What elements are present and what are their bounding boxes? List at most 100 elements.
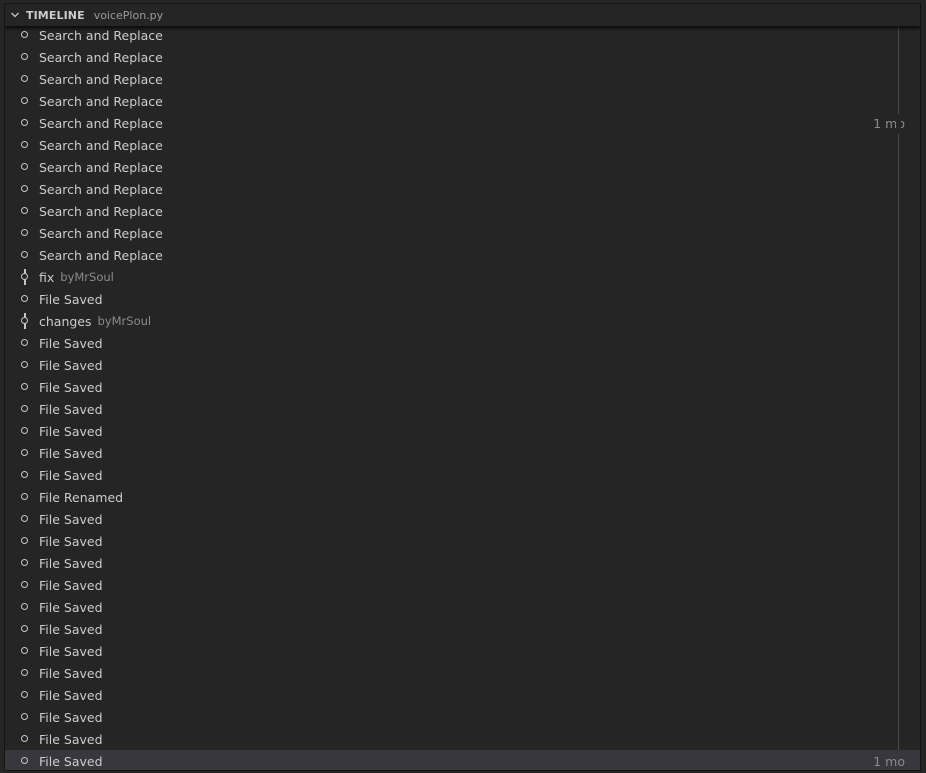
timeline-item[interactable]: File Saved xyxy=(5,728,920,750)
timeline-item-label: File Saved xyxy=(39,357,103,373)
timeline-item[interactable]: Search and Replace xyxy=(5,178,920,200)
timeline-item-label: File Saved xyxy=(39,555,103,571)
timeline-item-label: File Saved xyxy=(39,335,103,351)
circle-outline-icon xyxy=(19,46,31,68)
circle-outline-icon xyxy=(19,376,31,398)
timeline-item-time: 1 mo xyxy=(873,753,905,769)
timeline-item[interactable]: File Saved xyxy=(5,530,920,552)
timeline-item[interactable]: File Saved 1 mo xyxy=(5,750,920,770)
timeline-item[interactable]: File Saved xyxy=(5,706,920,728)
timeline-item[interactable]: File Renamed xyxy=(5,486,920,508)
circle-outline-icon xyxy=(19,728,31,750)
timeline-item-label: File Saved xyxy=(39,599,103,615)
circle-outline-icon xyxy=(19,68,31,90)
timeline-item[interactable]: File Saved xyxy=(5,574,920,596)
timeline-item-label: File Saved xyxy=(39,577,103,593)
circle-outline-icon xyxy=(19,706,31,728)
timeline-item-label: Search and Replace xyxy=(39,247,163,263)
circle-outline-icon xyxy=(19,464,31,486)
git-commit-icon xyxy=(19,310,31,332)
circle-outline-icon xyxy=(19,112,31,134)
timeline-item-author: byMrSoul xyxy=(60,270,114,284)
circle-outline-icon xyxy=(19,508,31,530)
scrollbar-gap xyxy=(896,114,901,134)
timeline-item[interactable]: changes byMrSoul xyxy=(5,310,920,332)
timeline-list: Search and Replace Search and Replace Sear… xyxy=(5,24,920,770)
timeline-item-label: File Saved xyxy=(39,731,103,747)
timeline-item-label: fix xyxy=(39,269,55,285)
timeline-item[interactable]: Search and Replace xyxy=(5,134,920,156)
timeline-item[interactable]: File Saved xyxy=(5,464,920,486)
circle-outline-icon xyxy=(19,596,31,618)
circle-outline-icon xyxy=(19,244,31,266)
timeline-item-label: File Saved xyxy=(39,445,103,461)
timeline-item-label: File Renamed xyxy=(39,489,124,505)
timeline-item-label: File Saved xyxy=(39,709,103,725)
circle-outline-icon xyxy=(19,288,31,310)
timeline-item[interactable]: Search and Replace xyxy=(5,46,920,68)
timeline-item[interactable]: File Saved xyxy=(5,398,920,420)
timeline-item-label: Search and Replace xyxy=(39,49,163,65)
circle-outline-icon xyxy=(19,640,31,662)
circle-outline-icon xyxy=(19,574,31,596)
circle-outline-icon xyxy=(19,332,31,354)
circle-outline-icon xyxy=(19,750,31,770)
timeline-item-label: Search and Replace xyxy=(39,225,163,241)
circle-outline-icon xyxy=(19,486,31,508)
timeline-item[interactable]: File Saved xyxy=(5,684,920,706)
timeline-item[interactable]: Search and Replace 1 mo xyxy=(5,112,920,134)
timeline-header[interactable]: TIMELINE voicePlon.py xyxy=(5,4,920,27)
timeline-item-label: File Saved xyxy=(39,621,103,637)
circle-outline-icon xyxy=(19,200,31,222)
git-commit-icon xyxy=(19,266,31,288)
timeline-item-label: Search and Replace xyxy=(39,93,163,109)
timeline-item-label: File Saved xyxy=(39,643,103,659)
timeline-item[interactable]: Search and Replace xyxy=(5,200,920,222)
scrollbar[interactable] xyxy=(896,26,901,750)
timeline-item-label: Search and Replace xyxy=(39,203,163,219)
timeline-item[interactable]: Search and Replace xyxy=(5,244,920,266)
circle-outline-icon xyxy=(19,684,31,706)
timeline-item[interactable]: File Saved xyxy=(5,508,920,530)
circle-outline-icon xyxy=(19,178,31,200)
timeline-item-author: byMrSoul xyxy=(97,314,152,328)
timeline-item-label: File Saved xyxy=(39,423,103,439)
circle-outline-icon xyxy=(19,354,31,376)
timeline-item[interactable]: File Saved xyxy=(5,596,920,618)
timeline-item[interactable]: Search and Replace xyxy=(5,156,920,178)
timeline-item[interactable]: Search and Replace xyxy=(5,222,920,244)
circle-outline-icon xyxy=(19,90,31,112)
timeline-item-label: File Saved xyxy=(39,291,103,307)
timeline-item-label: Search and Replace xyxy=(39,115,163,131)
timeline-item-label: Search and Replace xyxy=(39,27,163,43)
timeline-item[interactable]: Search and Replace xyxy=(5,24,920,46)
chevron-down-icon[interactable] xyxy=(10,10,20,20)
timeline-item[interactable]: File Saved xyxy=(5,332,920,354)
timeline-item[interactable]: File Saved xyxy=(5,376,920,398)
timeline-item[interactable]: File Saved xyxy=(5,618,920,640)
timeline-item-label: File Saved xyxy=(39,511,103,527)
timeline-item-label: File Saved xyxy=(39,687,103,703)
timeline-title: TIMELINE xyxy=(26,8,85,22)
timeline-item[interactable]: File Saved xyxy=(5,288,920,310)
timeline-item[interactable]: File Saved xyxy=(5,442,920,464)
circle-outline-icon xyxy=(19,530,31,552)
timeline-item-label: File Saved xyxy=(39,401,103,417)
timeline-item[interactable]: File Saved xyxy=(5,420,920,442)
timeline-item-label: Search and Replace xyxy=(39,71,163,87)
circle-outline-icon xyxy=(19,398,31,420)
timeline-item[interactable]: File Saved xyxy=(5,552,920,574)
timeline-item-label: changes xyxy=(39,313,92,329)
circle-outline-icon xyxy=(19,420,31,442)
circle-outline-icon xyxy=(19,618,31,640)
timeline-item[interactable]: fix byMrSoul xyxy=(5,266,920,288)
timeline-item-label: File Saved xyxy=(39,665,103,681)
timeline-item[interactable]: Search and Replace xyxy=(5,68,920,90)
timeline-item[interactable]: File Saved xyxy=(5,640,920,662)
timeline-item[interactable]: Search and Replace xyxy=(5,90,920,112)
timeline-file-name: voicePlon.py xyxy=(93,8,164,22)
timeline-item[interactable]: File Saved xyxy=(5,354,920,376)
timeline-item-label: Search and Replace xyxy=(39,159,163,175)
timeline-item[interactable]: File Saved xyxy=(5,662,920,684)
circle-outline-icon xyxy=(19,222,31,244)
